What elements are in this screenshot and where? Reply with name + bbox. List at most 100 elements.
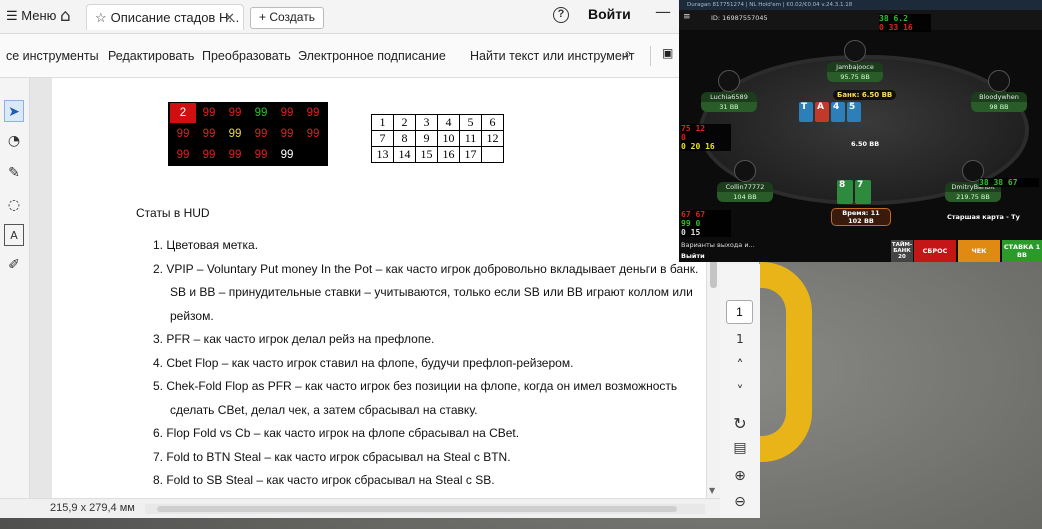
previous-page-icon[interactable]: ˄ [728, 358, 752, 374]
seat-left-bottom[interactable]: Collin77772 104 BB [717, 160, 773, 202]
bet-button[interactable]: СТАВКА 1 BB [1002, 240, 1042, 262]
table-cell: 15 [415, 146, 438, 163]
zoom-in-icon[interactable]: ⊕ [728, 468, 752, 484]
pen-icon[interactable]: ✎ [4, 162, 24, 184]
hud-right: 38 38 67 [979, 178, 1039, 187]
home-icon[interactable]: ⌂ [60, 6, 71, 26]
scroll-down-arrow[interactable]: ▼ [709, 486, 715, 495]
page-total: 1 [736, 332, 744, 346]
player-name: Collin77772 [717, 182, 773, 192]
rotate-icon[interactable]: ↻ [728, 414, 752, 433]
left-tool-strip: ➤ ◔ ✎ ◌ A ✐ [0, 78, 30, 498]
signin-button[interactable]: Войти [588, 6, 631, 22]
hud-line: 38 6.2 [879, 14, 908, 23]
stat-list-item: 8. Fold to SB Steal – как часто игрок сб… [153, 473, 495, 487]
esign-menu[interactable]: Электронное подписание [298, 49, 446, 63]
comment-icon[interactable]: ◔ [4, 130, 24, 152]
document-area: 2 99 99 99 99 99 99 99 99 99 99 99 99 99 99 99 99 123456… [30, 78, 706, 498]
color-grid-cell: 99 [202, 107, 216, 119]
table-cell: 6 [481, 114, 504, 131]
text-box-icon[interactable]: A [4, 224, 24, 246]
search-tools-field[interactable]: Найти текст или инструмент [470, 49, 634, 63]
poker-client-window: Duragan 817751274 | NL Hold'em | €0.02/€… [679, 0, 1042, 262]
document-tab-title: Описание стадов Н... [110, 10, 240, 25]
select-cursor-icon[interactable]: ➤ [4, 100, 24, 122]
color-grid-cell: 99 [254, 149, 268, 161]
exit-button[interactable]: Выйти [681, 252, 705, 260]
convert-menu[interactable]: Преобразовать [202, 49, 291, 63]
horizontal-scrollbar[interactable] [145, 504, 705, 514]
lasso-icon[interactable]: ◌ [4, 194, 24, 216]
table-row: 7 8 9 10 11 12 [371, 130, 504, 147]
color-grid-cell: 99 [202, 149, 216, 161]
next-page-icon[interactable]: ˅ [728, 384, 752, 400]
color-grid-cell: 99 [228, 107, 242, 119]
table-cell: 16 [437, 146, 460, 163]
status-bar: 215,9 x 279,4 мм [0, 498, 720, 518]
stat-list-item: 6. Flop Fold vs Cb – как часто игрок на … [153, 426, 520, 440]
seat-left-top[interactable]: Luchia6589 31 BB [701, 70, 757, 112]
save-icon[interactable]: ▣ [662, 46, 673, 60]
stat-list-item: 4. Cbet Flop – как часто игрок ставил на… [153, 355, 574, 370]
page-number-input[interactable]: 1 [726, 300, 753, 324]
table-cell: 3 [415, 114, 438, 131]
help-icon[interactable]: ? [553, 7, 569, 23]
star-icon[interactable]: ☆ [95, 10, 107, 25]
stat-list-item: 1. Цветовая метка. [153, 238, 259, 252]
table-cell: 10 [437, 130, 460, 147]
color-grid-cell: 99 [280, 107, 294, 119]
poker-toolbar: ≡ ID: 16987557045 [679, 10, 1042, 30]
table-cell: 1 [371, 114, 394, 131]
color-grid-cell: 99 [254, 128, 268, 140]
edit-menu[interactable]: Редактировать [108, 49, 194, 63]
color-grid-cell: 99 [280, 149, 294, 161]
hero-card: 8 [837, 180, 853, 204]
player-avatar [734, 160, 756, 182]
stat-list-item: рейзом. [170, 308, 214, 323]
player-avatar [844, 40, 866, 62]
player-name: Luchia6589 [701, 92, 757, 102]
document-tab[interactable]: ☆ Описание стадов Н... ✕ [86, 4, 244, 30]
minimize-icon[interactable]: — [655, 2, 671, 21]
horizontal-scroll-thumb[interactable] [157, 506, 677, 512]
exit-options[interactable]: Варианты выхода и... [681, 241, 755, 249]
page-size-label: 215,9 x 279,4 мм [50, 502, 135, 514]
page-thumbnail-icon[interactable]: ▤ [728, 440, 752, 456]
color-grid-cell: 99 [280, 128, 294, 140]
hud-line: 99 0 [681, 219, 701, 228]
poker-menu-icon[interactable]: ≡ [683, 12, 691, 22]
search-icon[interactable]: ⌕ [624, 45, 632, 62]
draw-shape-icon[interactable]: ✐ [4, 254, 24, 276]
table-cell: 5 [459, 114, 482, 131]
pdf-viewer-window: ☰ Меню ⌂ ☆ Описание стадов Н... ✕ + Созда… [0, 0, 760, 518]
hud-line: 0 33 16 [879, 23, 913, 32]
color-grid-cell: 99 [306, 107, 320, 119]
poker-id-label: ID: 16987557045 [711, 14, 768, 22]
timebank-button[interactable]: ТАЙМ-БАНК 20 [891, 240, 913, 262]
player-name: Bloodywhen [971, 92, 1027, 102]
table-cell: 14 [393, 146, 416, 163]
stat-list-item: 5. Chek-Fold Flop as PFR – как часто игр… [153, 379, 678, 393]
board-card: 4 [831, 102, 845, 122]
menu-button[interactable]: ☰ Меню [6, 8, 56, 24]
viewer-toolbar: се инструменты Редактировать Преобразова… [0, 34, 760, 78]
all-tools-menu[interactable]: се инструменты [6, 49, 99, 63]
seat-right-top[interactable]: Bloodywhen 98 BB [971, 70, 1027, 112]
fold-button[interactable]: СБРОС [914, 240, 956, 262]
board-card: 5 [847, 102, 861, 122]
table-cell: 12 [481, 130, 504, 147]
table-cell: 11 [459, 130, 482, 147]
close-tab-icon[interactable]: ✕ [224, 10, 235, 26]
check-button[interactable]: ЧЕК [958, 240, 1000, 262]
hud-line: 67 67 [681, 210, 706, 219]
color-grid-cell: 99 [228, 128, 242, 140]
seat-top[interactable]: Jambajooce 95.75 BB [827, 40, 883, 82]
create-button[interactable]: + Создать [250, 7, 324, 29]
stat-list-item: сделать CBet, делал чек, а затем сбрасыв… [170, 402, 478, 417]
table-cell: 13 [371, 146, 394, 163]
color-grid-cell: 99 [306, 128, 320, 140]
table-row: 123456 [371, 114, 504, 131]
player-stack: 219.75 BB [945, 192, 1001, 202]
color-grid-cell: 2 [170, 103, 196, 123]
zoom-out-icon[interactable]: ⊖ [728, 494, 752, 510]
